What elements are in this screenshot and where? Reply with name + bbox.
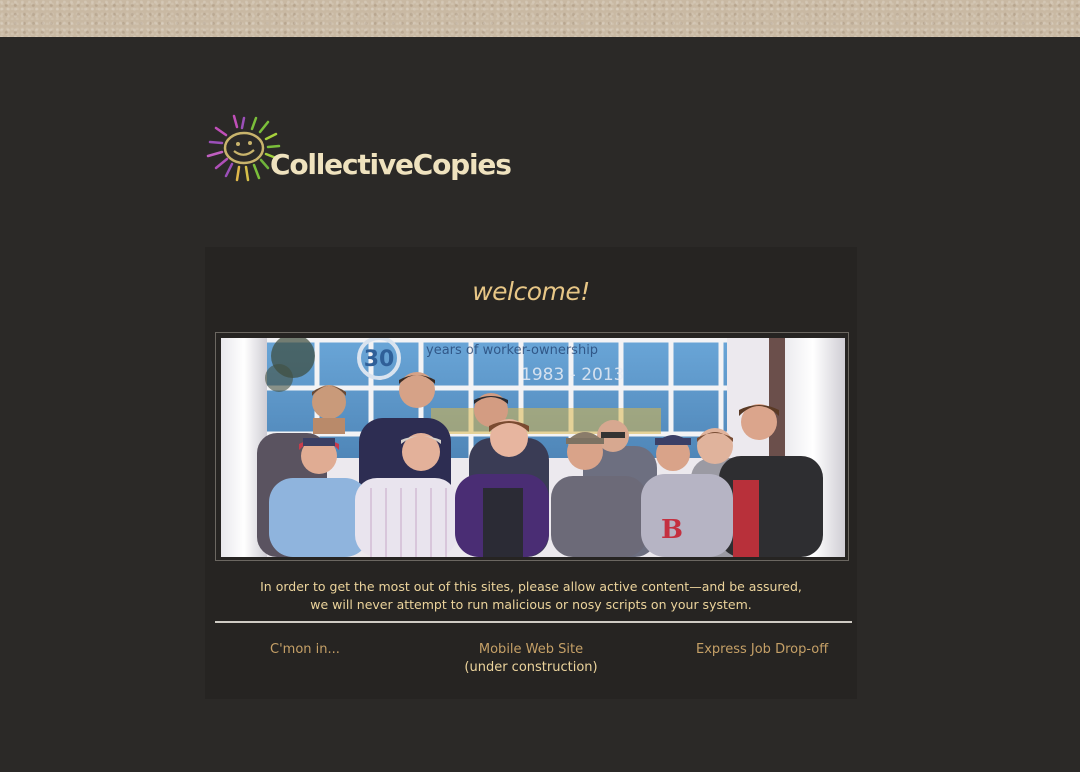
divider [215, 621, 852, 623]
logo-wordmark: CollectiveCopies [270, 148, 512, 181]
express-job-dropoff-link[interactable]: Express Job Drop-off [696, 642, 828, 657]
sign-years: 1983 - 2013 [521, 365, 624, 385]
site-logo[interactable]: CollectiveCopies [204, 112, 524, 192]
sign-number: 30 [364, 347, 395, 372]
team-photo: 30 years of worker-ownership 1983 - 2013 [221, 338, 845, 557]
mobile-site-note: (under construction) [464, 660, 598, 675]
team-photo-image: 30 years of worker-ownership 1983 - 2013 [221, 338, 845, 557]
notice-line-1: In order to get the most out of this sit… [260, 579, 802, 594]
welcome-panel: welcome! 30 years of worker-ownership 19… [205, 247, 857, 699]
sign-tagline: years of worker-ownership [426, 343, 598, 358]
team-photo-frame: 30 years of worker-ownership 1983 - 2013 [215, 332, 849, 561]
notice-line-2: we will never attempt to run malicious o… [310, 597, 752, 612]
welcome-heading: welcome! [472, 277, 590, 306]
svg-text:B: B [661, 515, 683, 545]
active-content-notice: In order to get the most out of this sit… [205, 578, 857, 614]
top-texture-strip [0, 0, 1080, 37]
